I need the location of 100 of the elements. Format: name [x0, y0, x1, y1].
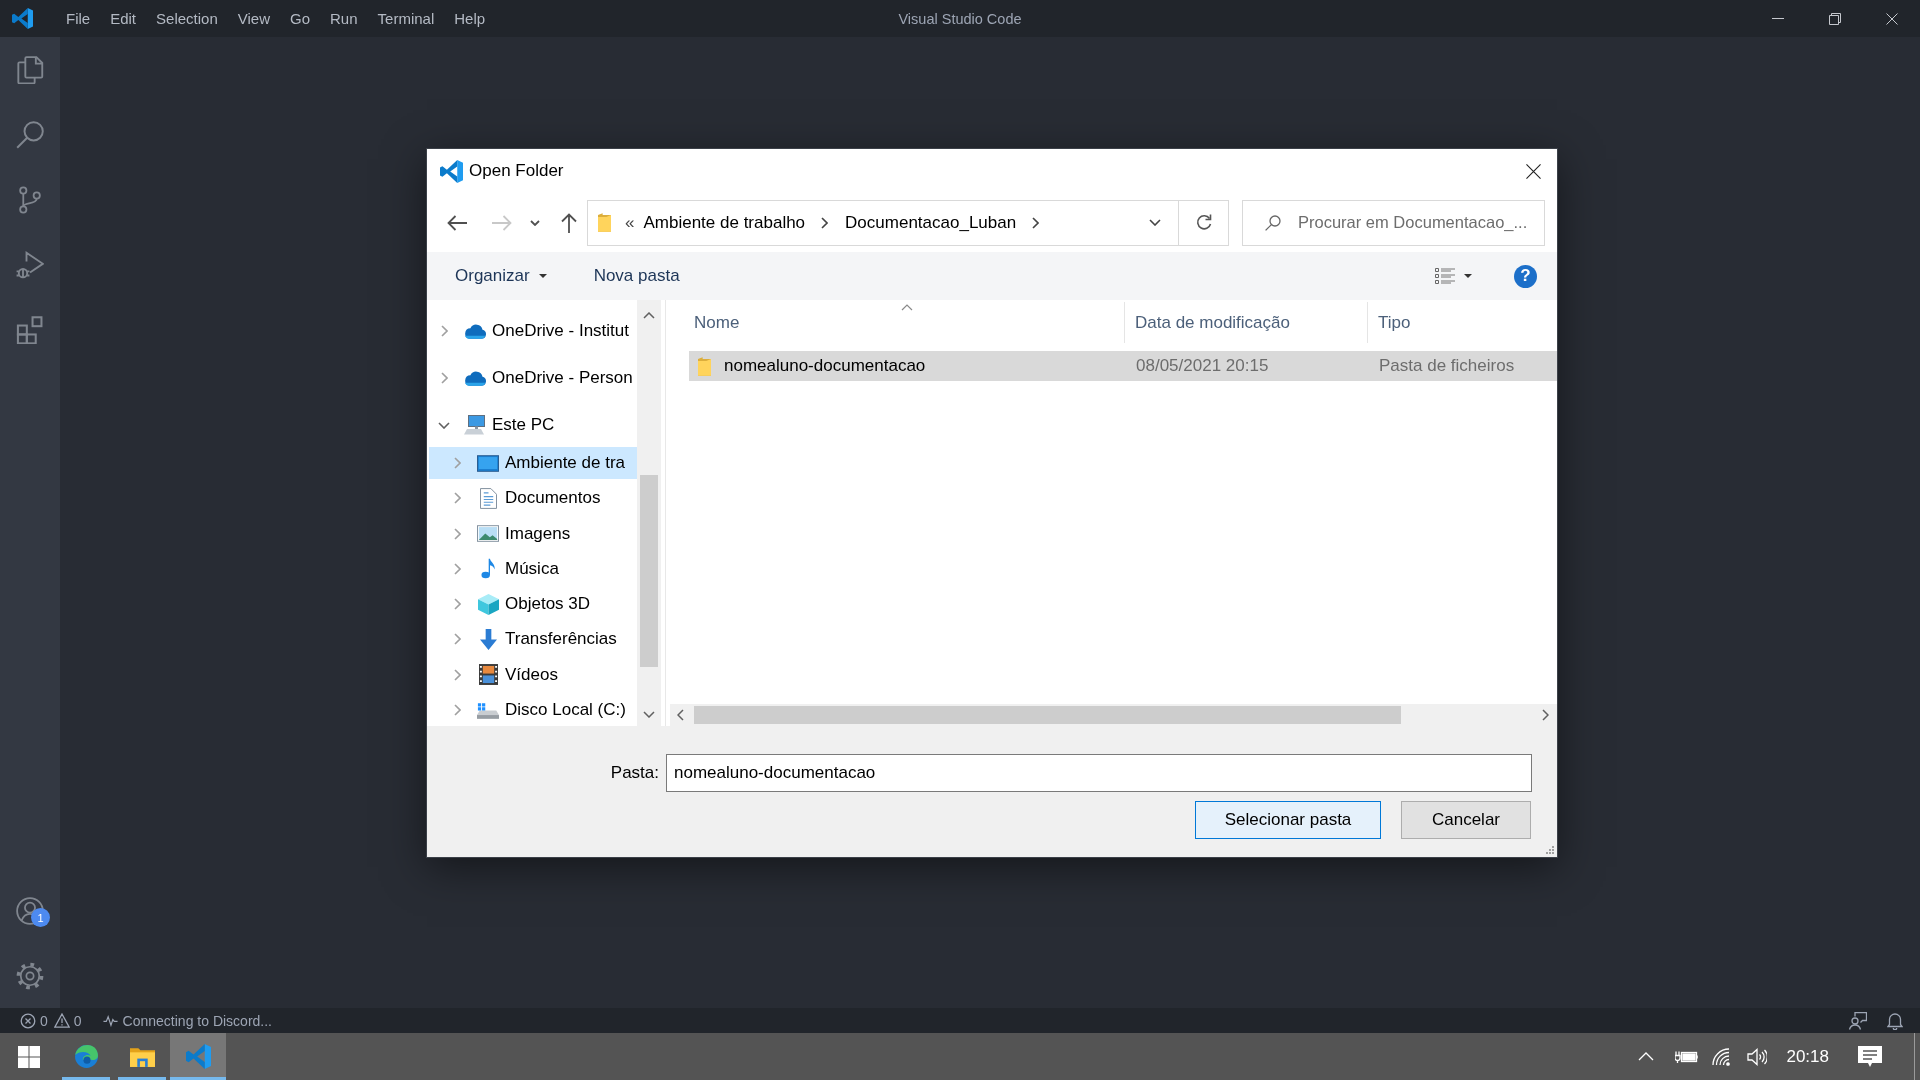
film-icon	[478, 664, 498, 686]
nav-item[interactable]: Transferências	[429, 623, 637, 656]
arrow-left-icon	[447, 214, 467, 231]
disk-drive-icon	[477, 701, 499, 719]
scrollbar[interactable]	[637, 300, 661, 726]
four-panes-logo-icon	[18, 1045, 40, 1068]
breadcrumb-item[interactable]: Documentacao_Luban	[841, 212, 1021, 233]
play-bug-icon[interactable]	[16, 250, 44, 279]
running-indicator	[118, 1077, 166, 1080]
arrow-down-icon	[479, 629, 497, 650]
warning-count: 0	[73, 1012, 82, 1029]
menu-item[interactable]: Help	[444, 0, 496, 37]
app-logo-icon	[185, 1044, 211, 1069]
settings-icon[interactable]	[16, 961, 44, 990]
nav-item[interactable]: Objetos 3D	[429, 588, 637, 621]
scrollbar-thumb[interactable]	[694, 706, 1401, 724]
column-header[interactable]: Nome	[689, 302, 1125, 343]
running-indicator	[170, 1077, 226, 1080]
files-icon[interactable]	[16, 55, 44, 84]
desktop-icon	[477, 454, 499, 472]
select-folder-button[interactable]: Selecionar pasta	[1195, 801, 1381, 839]
app-logo-icon	[440, 159, 463, 183]
account-icon[interactable]	[16, 896, 44, 925]
nav-item[interactable]: Documentos	[429, 482, 637, 515]
nav-item[interactable]: Vídeos	[429, 658, 637, 691]
nav-item[interactable]: OneDrive - Person	[429, 362, 637, 394]
taskbar-button[interactable]	[170, 1033, 226, 1080]
arrow-up-icon	[561, 212, 577, 233]
address-bar[interactable]: « Ambiente de trabalho Documentacao_Luban	[587, 199, 1229, 246]
menu-item[interactable]: Go	[280, 0, 320, 37]
chevron-down-icon[interactable]	[438, 421, 450, 429]
close-icon	[1525, 163, 1541, 179]
chevron-left-icon[interactable]	[677, 709, 684, 721]
bell-icon[interactable]	[1887, 1011, 1903, 1030]
search-icon[interactable]	[16, 120, 44, 149]
nav-item[interactable]: Imagens	[429, 517, 637, 550]
menu-item[interactable]: Edit	[100, 0, 147, 37]
organize-button[interactable]: Organizar	[447, 258, 555, 294]
pulse-icon	[102, 1014, 118, 1027]
dialog-title: Open Folder	[469, 161, 564, 181]
table-cell-text: Pasta de ficheiros	[1378, 356, 1515, 376]
cloud-icon	[464, 370, 486, 386]
column-header[interactable]: Data de modificação	[1125, 302, 1368, 343]
chevron-up-icon[interactable]	[643, 312, 655, 319]
resize-grip-icon[interactable]	[1544, 844, 1554, 854]
caret-down-icon	[1464, 274, 1472, 278]
menu-item[interactable]: View	[227, 0, 280, 37]
arrow-right-icon	[492, 214, 512, 231]
chevron-right-icon[interactable]	[1542, 709, 1549, 721]
menu-item[interactable]: Terminal	[367, 0, 445, 37]
wifi-icon[interactable]	[1712, 1047, 1731, 1066]
scrollbar[interactable]	[670, 704, 1557, 726]
cube-icon	[477, 593, 499, 615]
warning-icon[interactable]	[53, 1013, 70, 1028]
swirl-logo-icon	[73, 1044, 99, 1069]
computer-icon	[464, 415, 486, 435]
breadcrumb-overflow-button[interactable]: «	[620, 212, 640, 233]
clock-text[interactable]: 20:18	[1786, 1046, 1829, 1067]
file-name: nomealuno-documentacao	[724, 356, 926, 376]
error-icon[interactable]	[20, 1012, 36, 1029]
nav-item[interactable]: Música	[429, 552, 637, 585]
branch-icon[interactable]	[16, 185, 44, 214]
nav-item[interactable]: OneDrive - Institut	[429, 315, 637, 347]
running-indicator	[62, 1077, 110, 1080]
caret-down-icon	[538, 274, 547, 278]
chevron-down-icon[interactable]	[643, 711, 655, 718]
nav-item[interactable]: Disco Local (C:)	[429, 694, 637, 726]
app-logo-icon	[12, 8, 33, 29]
message-bubble-icon[interactable]	[1858, 1045, 1882, 1068]
list-view-icon	[1435, 268, 1455, 284]
menu-item[interactable]: Selection	[146, 0, 228, 37]
window-title: Visual Studio Code	[898, 10, 1022, 27]
folder-name-field[interactable]: nomealuno-documentacao	[666, 754, 1532, 792]
refresh-icon	[1195, 214, 1212, 231]
file-row[interactable]: nomealuno-documentacao 08/05/2021 20:15 Pasta de ficheiros	[689, 351, 1557, 381]
search-icon	[1265, 214, 1281, 231]
person-chat-icon[interactable]	[1848, 1011, 1867, 1030]
status-message[interactable]: Connecting to Discord...	[122, 1012, 272, 1029]
new-folder-button[interactable]: Nova pasta	[585, 258, 688, 294]
chevron-right-icon[interactable]	[1032, 216, 1040, 229]
help-button[interactable]: ?	[1514, 264, 1537, 288]
minimize-icon	[1771, 18, 1784, 19]
nav-item[interactable]: Este PC	[429, 409, 637, 441]
speaker-icon[interactable]	[1747, 1047, 1768, 1066]
battery-icon[interactable]	[1675, 1049, 1700, 1064]
document-icon	[479, 487, 497, 509]
menu-item[interactable]: File	[56, 0, 101, 37]
chevron-right-icon[interactable]	[821, 216, 829, 229]
breadcrumb-item[interactable]: Ambiente de trabalho	[639, 212, 810, 233]
search-field[interactable]: Procurar em Documentacao_...	[1242, 199, 1545, 246]
squares-icon[interactable]	[16, 315, 44, 344]
music-note-icon	[480, 558, 496, 580]
column-header[interactable]: Tipo	[1368, 302, 1557, 343]
nav-item[interactable]: Ambiente de tra	[429, 447, 637, 479]
cancel-button[interactable]: Cancelar	[1401, 801, 1531, 839]
menu-item[interactable]: Run	[320, 0, 368, 37]
scrollbar-thumb[interactable]	[640, 475, 658, 667]
folder-icon	[598, 213, 611, 232]
table-cell-text: 08/05/2021 20:15	[1135, 356, 1270, 376]
sort-caret-icon	[900, 304, 913, 311]
